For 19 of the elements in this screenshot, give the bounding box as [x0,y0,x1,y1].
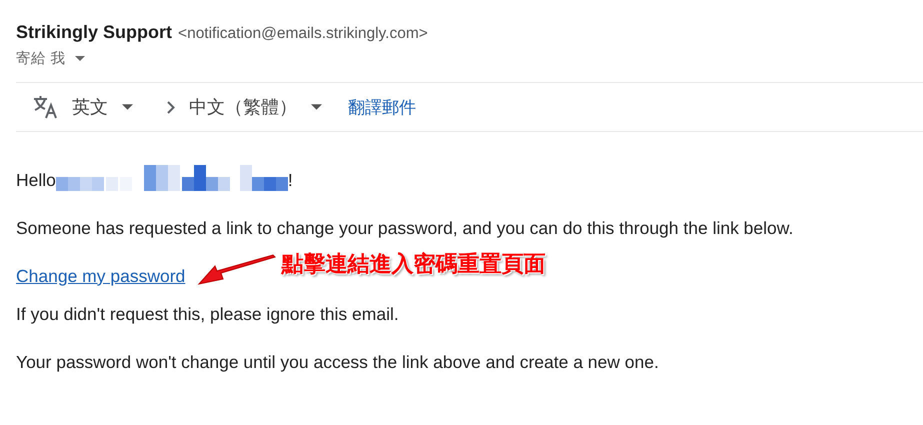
caret-icon [122,104,133,110]
sender-name: Strikingly Support [16,22,172,43]
caret-icon [311,104,322,110]
translate-link[interactable]: 翻譯郵件 [348,96,416,118]
body-paragraph: Someone has requested a link to change your password, and you can do this through the link below. [16,218,794,239]
body-paragraph: If you didn't request this, please ignore this email. [16,304,400,325]
translate-icon [32,95,58,119]
change-password-link[interactable]: Change my password [16,266,186,286]
annotation-text: 點擊連結進入密碼重置頁面 [281,250,546,279]
recipient-label: 寄給 我 [16,50,66,68]
greeting: Hello [16,170,56,191]
arrow-icon [197,254,278,288]
greeting-end: ! [288,170,293,191]
source-language[interactable]: 英文 [72,95,108,119]
body-paragraph: Your password won't change until you access the link above and create a new one. [16,352,660,373]
caret-icon[interactable] [74,56,85,61]
chevron-right-icon [167,100,175,114]
target-language[interactable]: 中文（繁體） [189,95,297,119]
sender-email: <notification@emails.strikingly.com> [178,25,428,43]
